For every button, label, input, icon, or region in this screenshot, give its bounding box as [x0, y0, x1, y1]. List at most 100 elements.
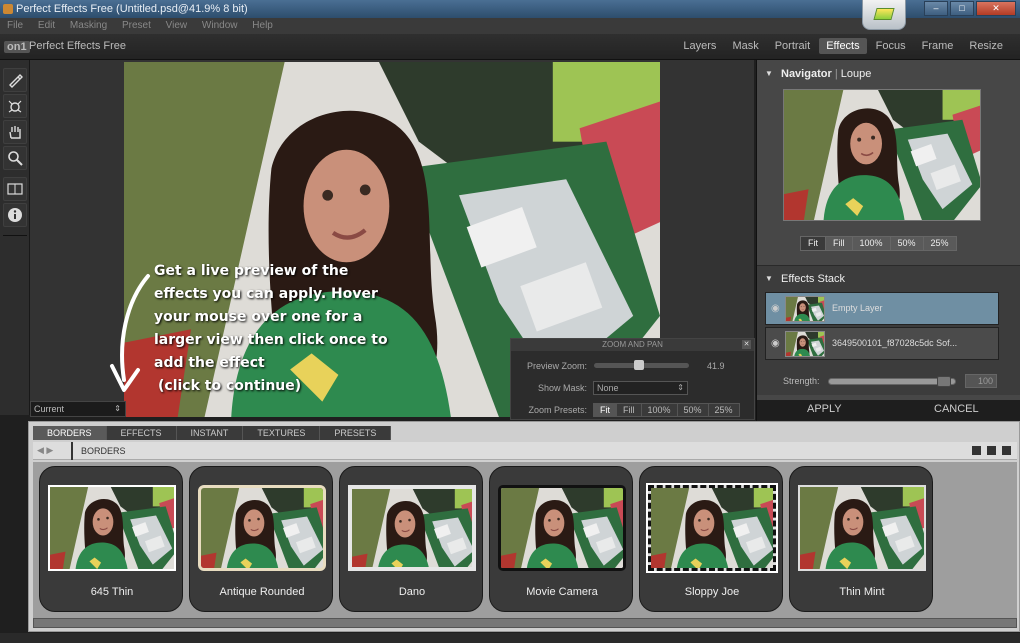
preset-name: Antique Rounded: [219, 586, 305, 598]
hint-continue[interactable]: (click to continue): [154, 375, 394, 398]
zoom-preset-25[interactable]: 25%: [707, 403, 740, 417]
menu-window[interactable]: Window: [202, 20, 238, 31]
menu-masking[interactable]: Masking: [70, 20, 107, 31]
masking-bug-icon[interactable]: [3, 94, 27, 118]
module-tab-layers[interactable]: Layers: [676, 38, 723, 54]
horizontal-scrollbar[interactable]: [33, 618, 1017, 628]
module-tab-portrait[interactable]: Portrait: [768, 38, 817, 54]
show-mask-row: Show Mask: None ⇕: [511, 379, 756, 397]
zoom-preset-buttons: Fit Fill 100% 50% 25%: [593, 403, 740, 417]
app-icon: [3, 4, 13, 14]
module-tab-resize[interactable]: Resize: [962, 38, 1010, 54]
navigator-thumbnail[interactable]: [783, 89, 981, 221]
collapse-triangle-icon[interactable]: ▼: [765, 268, 773, 290]
view-toggle-buttons: [972, 446, 1011, 455]
zoom-preset-fill[interactable]: Fill: [616, 403, 642, 417]
preset-name: 645 Thin: [90, 586, 134, 598]
slider-knob[interactable]: [937, 376, 951, 387]
module-tab-effects[interactable]: Effects: [819, 38, 867, 54]
tab-presets[interactable]: PRESETS: [320, 426, 392, 440]
browser-path-bar: ◀ ▶ BORDERS: [33, 442, 1017, 460]
brush-icon[interactable]: [3, 68, 27, 92]
preset-card[interactable]: Antique Rounded: [189, 466, 333, 612]
layer-name: 3649500101_f87028c5dc Sof...: [832, 338, 958, 348]
nav-zoom-50[interactable]: 50%: [889, 236, 924, 251]
show-mask-value: None: [597, 383, 619, 393]
suite-logo-icon[interactable]: [862, 0, 906, 30]
collapse-triangle-icon[interactable]: ▼: [765, 63, 773, 85]
preset-card[interactable]: Thin Mint: [789, 466, 933, 612]
navigator-header[interactable]: ▼ Navigator | Loupe: [757, 63, 1020, 85]
strength-input[interactable]: 100: [965, 374, 997, 388]
navigator-tab[interactable]: Navigator: [781, 68, 832, 80]
preset-preview: [798, 485, 926, 571]
effects-stack-header[interactable]: ▼ Effects Stack: [757, 268, 1020, 290]
preset-card[interactable]: Movie Camera: [489, 466, 633, 612]
large-view-icon[interactable]: [1002, 446, 1011, 455]
module-tab-mask[interactable]: Mask: [725, 38, 765, 54]
maximize-button[interactable]: □: [950, 1, 974, 16]
eye-icon[interactable]: ◉: [771, 293, 780, 324]
tab-textures[interactable]: TEXTURES: [243, 426, 321, 440]
close-icon[interactable]: ✕: [742, 340, 751, 349]
menu-file[interactable]: File: [7, 20, 23, 31]
preset-card[interactable]: Dano: [339, 466, 483, 612]
cancel-button[interactable]: CANCEL: [934, 403, 979, 415]
hint-overlay[interactable]: Get a live preview of the effects you ca…: [154, 260, 394, 398]
window-title: Perfect Effects Free (Untitled.psd@41.9%…: [16, 3, 248, 15]
preset-card[interactable]: 645 Thin: [39, 466, 183, 612]
window-controls: – □ ✕: [924, 1, 1016, 16]
nav-zoom-100[interactable]: 100%: [851, 236, 891, 251]
preview-zoom-row: Preview Zoom: 41.9: [511, 357, 756, 375]
menu-edit[interactable]: Edit: [38, 20, 55, 31]
action-bar: APPLY CANCEL: [757, 400, 1020, 422]
preset-name: Thin Mint: [839, 586, 885, 598]
menu-preset[interactable]: Preset: [122, 20, 151, 31]
nav-zoom-fit[interactable]: Fit: [800, 236, 826, 251]
module-tab-focus[interactable]: Focus: [869, 38, 913, 54]
apply-button[interactable]: APPLY: [807, 403, 842, 415]
menu-view[interactable]: View: [166, 20, 188, 31]
slider-knob[interactable]: [634, 360, 644, 370]
compare-icon[interactable]: [3, 177, 27, 201]
view-mode-select[interactable]: Current ⇕: [30, 401, 126, 417]
zoom-presets-row: Zoom Presets: Fit Fill 100% 50% 25%: [511, 401, 756, 419]
tab-borders[interactable]: BORDERS: [33, 426, 107, 440]
menu-help[interactable]: Help: [252, 20, 273, 31]
zoom-preset-100[interactable]: 100%: [640, 403, 678, 417]
loupe-tab[interactable]: Loupe: [841, 68, 872, 80]
info-icon[interactable]: [3, 203, 27, 227]
hint-line: add the effect: [154, 355, 265, 371]
preset-card[interactable]: Sloppy Joe: [639, 466, 783, 612]
back-forward-icon[interactable]: ◀ ▶: [37, 445, 53, 456]
nav-zoom-fill[interactable]: Fill: [825, 236, 853, 251]
app-header: on1 Perfect Effects Free Layers Mask Por…: [0, 34, 1020, 60]
tab-effects[interactable]: EFFECTS: [106, 426, 177, 440]
preset-preview: [646, 483, 778, 573]
layer-name: Empty Layer: [832, 303, 883, 313]
close-button[interactable]: ✕: [976, 1, 1016, 16]
grid-view-icon[interactable]: [987, 446, 996, 455]
status-bar: [0, 633, 1020, 643]
zoom-preset-50[interactable]: 50%: [676, 403, 709, 417]
strength-slider[interactable]: [828, 376, 956, 387]
minimize-button[interactable]: –: [924, 1, 948, 16]
preview-zoom-value: 41.9: [707, 361, 725, 371]
breadcrumb[interactable]: BORDERS: [71, 442, 126, 460]
preview-zoom-slider[interactable]: [594, 360, 689, 370]
list-view-icon[interactable]: [972, 446, 981, 455]
hint-line: effects you can apply. Hover: [154, 286, 378, 302]
tab-instant[interactable]: INSTANT: [176, 426, 244, 440]
tool-divider: [3, 235, 27, 236]
hand-icon[interactable]: [3, 120, 27, 144]
tool-palette: [0, 60, 30, 415]
nav-zoom-25[interactable]: 25%: [922, 236, 957, 251]
eye-icon[interactable]: ◉: [771, 328, 780, 359]
zoom-icon[interactable]: [3, 146, 27, 170]
module-tab-frame[interactable]: Frame: [915, 38, 961, 54]
stack-layer-photo[interactable]: ◉ 3649500101_f87028c5dc Sof...: [765, 327, 999, 360]
show-mask-select[interactable]: None ⇕: [593, 381, 688, 395]
stack-layer-empty[interactable]: ◉ Empty Layer: [765, 292, 999, 325]
zoom-preset-fit[interactable]: Fit: [593, 403, 617, 417]
preset-name: Movie Camera: [526, 586, 598, 598]
